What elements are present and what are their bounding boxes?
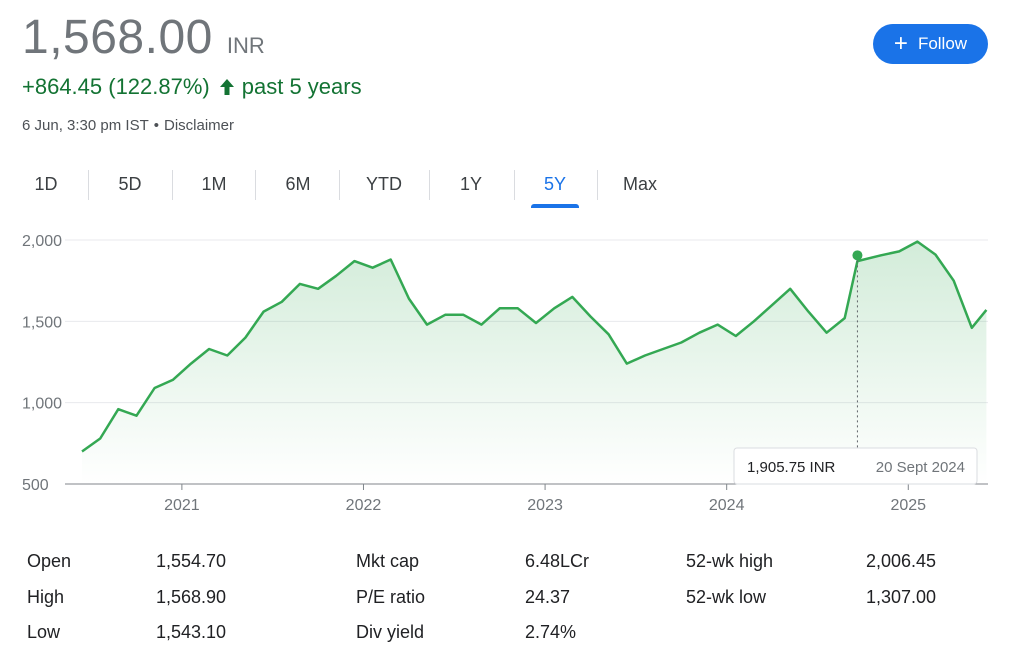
- tab-divider: [514, 170, 515, 200]
- tab-6m[interactable]: 6M: [270, 166, 326, 204]
- stat-value-pe-ratio: 24.37: [525, 587, 571, 607]
- follow-button-label: Follow: [917, 34, 968, 53]
- price-change: +864.45 (122.87%) past 5 years: [22, 74, 362, 100]
- quote-timestamp: 6 Jun, 3:30 pm IST: [22, 117, 149, 134]
- price-chart[interactable]: 2,000 1,500 1,000 500 2021 2022 2023 2024 2025 1,…: [0, 222, 1024, 522]
- hover-point: [852, 250, 863, 261]
- tab-5y[interactable]: 5Y: [531, 166, 579, 208]
- tooltip-value: 1,905.75 INR: [747, 459, 836, 476]
- stat-label-open: Open: [27, 551, 72, 571]
- stat-label-52wk-low: 52-wk low: [686, 587, 767, 607]
- tab-1d[interactable]: 1D: [18, 166, 74, 204]
- tab-divider: [597, 170, 598, 200]
- tab-5d[interactable]: 5D: [102, 166, 158, 204]
- tab-1y[interactable]: 1Y: [443, 166, 499, 204]
- stat-label-high: High: [27, 587, 65, 607]
- range-tabs: 1D 5D 1M 6M YTD 1Y 5Y Max: [0, 166, 700, 208]
- arrow-up-icon: [218, 77, 236, 97]
- stat-label-div-yield: Div yield: [356, 622, 425, 642]
- tab-max[interactable]: Max: [612, 166, 668, 204]
- stat-value-52wk-high: 2,006.45: [866, 551, 937, 571]
- quote-meta: 6 Jun, 3:30 pm IST • Disclaimer: [22, 117, 234, 134]
- tab-1m[interactable]: 1M: [186, 166, 242, 204]
- stat-value-low: 1,543.10: [156, 622, 227, 642]
- x-tick-label: 2021: [164, 497, 200, 514]
- change-period: past 5 years: [241, 74, 362, 99]
- tab-ytd[interactable]: YTD: [354, 166, 414, 204]
- y-tick-label: 1,000: [22, 396, 62, 413]
- x-tick-label: 2024: [709, 497, 745, 514]
- stat-value-high: 1,568.90: [156, 587, 227, 607]
- current-price: 1,568.00: [22, 11, 213, 64]
- y-tick-label: 2,000: [22, 233, 62, 250]
- tab-divider: [172, 170, 173, 200]
- disclaimer-link[interactable]: Disclaimer: [164, 117, 234, 134]
- meta-separator: •: [153, 117, 159, 134]
- stat-value-open: 1,554.70: [156, 551, 227, 571]
- follow-button[interactable]: + Follow: [873, 24, 988, 64]
- y-tick-label: 500: [22, 477, 49, 494]
- tab-divider: [255, 170, 256, 200]
- tooltip-date: 20 Sept 2024: [876, 459, 965, 476]
- stat-label-pe-ratio: P/E ratio: [356, 587, 426, 607]
- x-tick-label: 2025: [890, 497, 926, 514]
- tab-divider: [339, 170, 340, 200]
- x-tick-label: 2023: [527, 497, 563, 514]
- stat-label-52wk-high: 52-wk high: [686, 551, 774, 571]
- tab-divider: [88, 170, 89, 200]
- price-row: 1,568.00 INR: [22, 10, 265, 65]
- currency-code: INR: [226, 33, 265, 58]
- change-amount: +864.45 (122.87%): [22, 74, 210, 99]
- y-tick-label: 1,500: [22, 314, 62, 331]
- x-tick-label: 2022: [346, 497, 382, 514]
- plus-icon: +: [893, 30, 908, 57]
- stat-label-mkt-cap: Mkt cap: [356, 551, 420, 571]
- stat-value-52wk-low: 1,307.00: [866, 587, 937, 607]
- stat-value-div-yield: 2.74%: [525, 622, 577, 642]
- tab-divider: [429, 170, 430, 200]
- stat-value-mkt-cap: 6.48LCr: [525, 551, 590, 571]
- stat-label-low: Low: [27, 622, 61, 642]
